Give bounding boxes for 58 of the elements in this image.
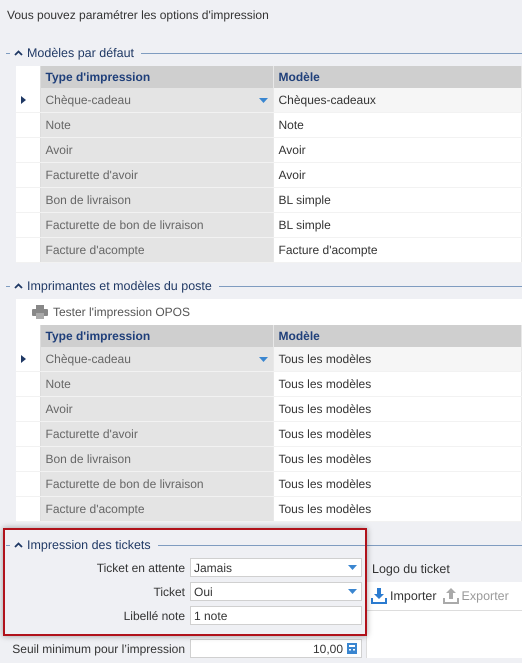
table-cell[interactable]: Facture d'acompte bbox=[40, 496, 273, 522]
calculator-icon[interactable] bbox=[347, 643, 357, 654]
dropdown-field[interactable]: Oui bbox=[190, 582, 362, 601]
logo-title: Logo du ticket bbox=[371, 561, 451, 578]
table-cell[interactable]: Facturette de bon de livraison bbox=[40, 472, 273, 496]
number-field[interactable]: 10,00 bbox=[190, 639, 362, 658]
table-cell[interactable]: Note bbox=[40, 372, 273, 396]
dropdown-arrow-icon[interactable] bbox=[348, 589, 357, 594]
column-header[interactable]: Modèle bbox=[273, 66, 522, 88]
table-cell[interactable]: Tous les modèles bbox=[273, 347, 522, 372]
field-label: Ticket bbox=[153, 584, 185, 598]
table-cell[interactable]: Tous les modèles bbox=[273, 496, 522, 522]
table-cell[interactable]: Chèque-cadeau bbox=[40, 88, 273, 112]
import-button[interactable]: Importer bbox=[371, 588, 437, 604]
table-cell[interactable]: Tous les modèles bbox=[273, 372, 522, 396]
table-cell[interactable]: Facturette d'avoir bbox=[40, 162, 273, 188]
collapse-icon[interactable] bbox=[14, 542, 23, 548]
field-label: Libellé note bbox=[124, 608, 185, 622]
field-label: Ticket en attente bbox=[96, 560, 185, 574]
table-cell[interactable]: Facture d'acompte bbox=[40, 238, 273, 262]
table-cell[interactable]: BL simple bbox=[273, 212, 522, 238]
upload-icon bbox=[442, 588, 459, 604]
intro-text: Vous pouvez paramétrer les options d'impression bbox=[6, 7, 270, 24]
section-title: Imprimantes et modèles du poste bbox=[27, 279, 212, 293]
table-cell[interactable]: Tous les modèles bbox=[273, 472, 522, 496]
table-cell[interactable]: Facturette de bon de livraison bbox=[40, 212, 273, 238]
printer-icon bbox=[32, 305, 48, 319]
table-cell[interactable]: Bon de livraison bbox=[40, 446, 273, 472]
table-cell[interactable]: Tous les modèles bbox=[273, 446, 522, 472]
table-cell[interactable]: Avoir bbox=[40, 138, 273, 162]
section-title: Impression des tickets bbox=[27, 538, 151, 552]
table-cell[interactable]: Avoir bbox=[40, 396, 273, 422]
table-cell[interactable]: Tous les modèles bbox=[273, 422, 522, 446]
dropdown-arrow-icon[interactable] bbox=[348, 565, 357, 570]
download-icon bbox=[371, 588, 387, 604]
table-cell[interactable]: Note bbox=[273, 112, 522, 138]
dropdown-arrow-icon[interactable] bbox=[258, 356, 268, 362]
table-cell[interactable]: Chèques-cadeaux bbox=[273, 88, 522, 112]
collapse-icon[interactable] bbox=[14, 283, 23, 289]
column-header[interactable]: Type d'impression bbox=[40, 325, 273, 347]
table-cell[interactable]: Bon de livraison bbox=[40, 188, 273, 212]
table-cell[interactable]: BL simple bbox=[273, 188, 522, 212]
test-print-button[interactable]: Tester l'impression OPOS bbox=[32, 305, 190, 319]
dropdown-field[interactable]: Jamais bbox=[190, 558, 362, 577]
table-cell[interactable]: Avoir bbox=[273, 138, 522, 162]
column-header[interactable]: Type d'impression bbox=[40, 66, 273, 88]
collapse-icon[interactable] bbox=[14, 50, 23, 56]
table-cell[interactable]: Tous les modèles bbox=[273, 396, 522, 422]
table-cell[interactable]: Facture d'acompte bbox=[273, 238, 522, 262]
dropdown-arrow-icon[interactable] bbox=[258, 98, 268, 102]
column-header[interactable]: Modèle bbox=[273, 325, 522, 347]
table-cell[interactable]: Note bbox=[40, 112, 273, 138]
table-cell[interactable]: Chèque-cadeau bbox=[40, 347, 273, 372]
table-cell[interactable]: Facturette d'avoir bbox=[40, 422, 273, 446]
table-cell[interactable]: Avoir bbox=[273, 162, 522, 188]
input-field[interactable]: 1 note bbox=[190, 606, 362, 625]
field-label: Seuil minimum pour l’impression bbox=[12, 642, 185, 656]
section-title: Modèles par défaut bbox=[27, 46, 134, 60]
